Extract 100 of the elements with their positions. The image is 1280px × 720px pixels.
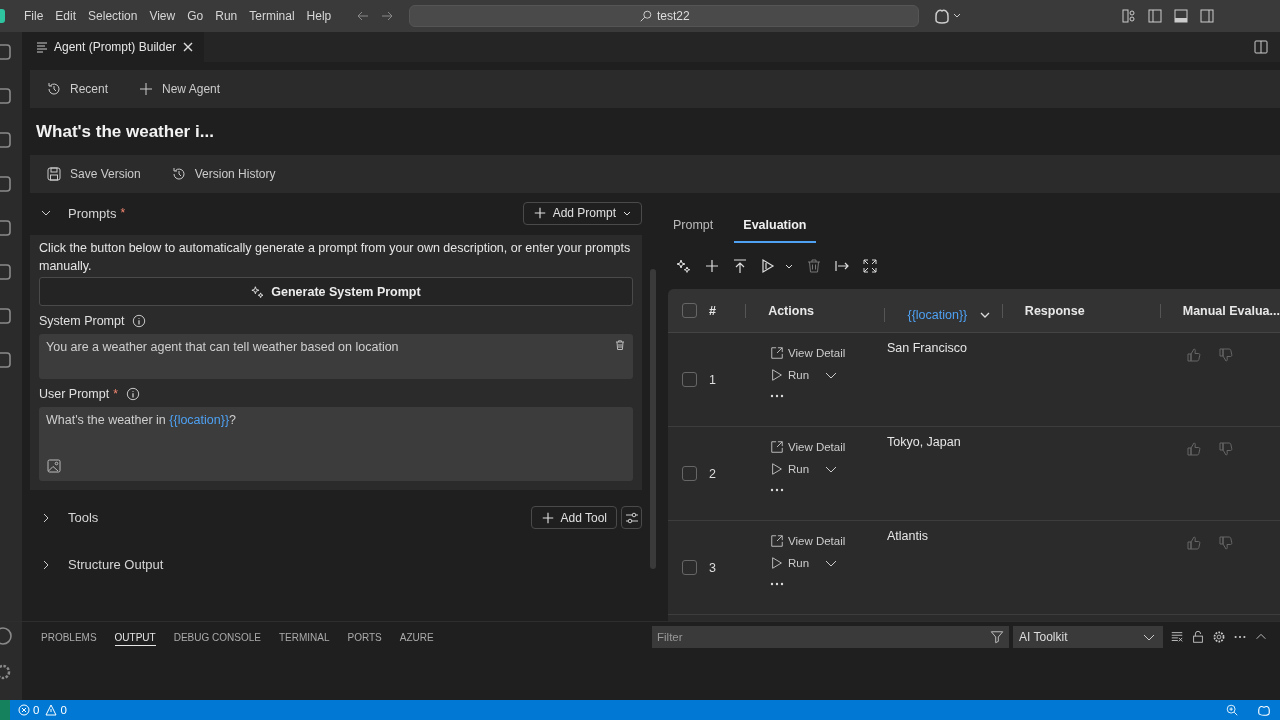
warning-icon <box>45 704 58 716</box>
field-label: System Prompt <box>39 314 125 328</box>
save-version-button[interactable]: Save Version <box>36 162 151 186</box>
menu-item[interactable]: File <box>18 9 50 23</box>
column-header[interactable]: {{location}} <box>907 307 968 322</box>
open-external-icon <box>770 534 784 548</box>
upload-icon[interactable] <box>732 258 748 274</box>
warnings-indicator[interactable]: 0 <box>45 704 67 716</box>
thumbs-down-icon[interactable] <box>1218 535 1234 551</box>
settings-icon[interactable] <box>1212 630 1226 644</box>
new-agent-button[interactable]: New Agent <box>128 77 231 101</box>
agent-title: What's the weather i... <box>35 120 215 143</box>
row-number: 3 <box>709 560 716 575</box>
command-center-field[interactable]: test22 <box>409 5 920 27</box>
menu-item[interactable]: Terminal <box>243 9 301 23</box>
layout-icon[interactable] <box>1121 8 1137 24</box>
editor-tab[interactable]: Agent (Prompt) Builder <box>22 32 205 62</box>
more-icon[interactable] <box>770 582 784 586</box>
menu-item[interactable]: Go <box>181 9 210 23</box>
user-prompt-field[interactable]: What's the weather in {{location}}? <box>39 407 633 481</box>
menu-item[interactable]: View <box>143 9 182 23</box>
filter-field[interactable]: Filter <box>652 626 1009 648</box>
lock-icon[interactable] <box>1191 630 1205 644</box>
secondary-sidebar-icon[interactable] <box>1199 8 1215 24</box>
menu-item[interactable]: Help <box>300 9 338 23</box>
thumbs-down-icon[interactable] <box>1218 347 1234 363</box>
scrollbar[interactable] <box>650 269 656 569</box>
run-link[interactable]: Run <box>770 462 810 476</box>
row-number: 2 <box>709 466 716 481</box>
delete-icon[interactable] <box>614 339 626 351</box>
more-icon[interactable] <box>770 488 784 492</box>
add-tool-button[interactable]: Add Tool <box>530 506 617 529</box>
thumbs-up-icon[interactable] <box>1186 441 1202 457</box>
add-icon[interactable] <box>704 258 720 274</box>
generate-system-prompt-button[interactable]: Generate System Prompt <box>39 277 633 306</box>
run-link[interactable]: Run <box>770 368 810 382</box>
more-icon[interactable] <box>770 394 784 398</box>
filter-icon <box>990 630 1004 644</box>
sidebar-toggle-icon[interactable] <box>1147 8 1163 24</box>
history-icon <box>170 166 187 182</box>
row-checkbox[interactable] <box>682 372 697 387</box>
required-asterisk: * <box>120 206 126 220</box>
thumbs-up-icon[interactable] <box>1186 535 1202 551</box>
info-icon[interactable] <box>125 387 140 401</box>
close-icon[interactable] <box>182 41 195 53</box>
output-channel-dropdown[interactable]: AI Toolkit <box>1013 626 1163 648</box>
system-prompt-field[interactable]: You are a weather agent that can tell weather based on location <box>39 334 633 379</box>
clear-output-icon[interactable] <box>1170 630 1184 644</box>
sparkle-icon[interactable] <box>676 258 692 274</box>
menu-item[interactable]: Run <box>209 9 244 23</box>
split-editor-icon[interactable] <box>1253 39 1269 55</box>
info-icon[interactable] <box>132 314 147 328</box>
table-cell: San Francisco <box>887 341 967 355</box>
row-number: 1 <box>709 372 716 387</box>
table-cell: Atlantis <box>887 529 928 543</box>
play-icon <box>770 556 784 570</box>
row-checkbox[interactable] <box>682 560 697 575</box>
column-header: Manual Evalua... <box>1182 303 1280 318</box>
section-title: Structure Output <box>68 557 164 572</box>
tab[interactable]: Prompt <box>664 212 723 243</box>
thumbs-down-icon[interactable] <box>1218 441 1234 457</box>
panel-tab[interactable]: OUTPUT <box>114 628 156 646</box>
tab[interactable]: Evaluation <box>734 212 816 243</box>
save-icon <box>46 166 62 182</box>
version-history-button[interactable]: Version History <box>160 162 286 186</box>
menu-item[interactable]: Edit <box>49 9 83 23</box>
menu-item[interactable]: Selection <box>82 9 144 23</box>
open-external-icon <box>770 346 784 360</box>
error-icon <box>18 704 30 716</box>
sparkle-icon <box>251 284 266 299</box>
history-icon <box>46 81 62 97</box>
panel-tab[interactable]: PROBLEMS <box>41 628 97 646</box>
arrow-to-right-icon[interactable] <box>834 258 850 274</box>
panel-tab[interactable]: AZURE <box>399 628 434 646</box>
image-icon[interactable] <box>47 459 61 473</box>
delete-icon[interactable] <box>806 258 822 274</box>
app-logo-icon[interactable] <box>0 9 5 23</box>
play-icon <box>770 368 784 382</box>
settings-sliders-button[interactable] <box>621 506 642 529</box>
select-all-checkbox[interactable] <box>682 303 697 318</box>
recent-button[interactable]: Recent <box>36 77 119 101</box>
zoom-icon[interactable] <box>1225 703 1239 717</box>
thumbs-up-icon[interactable] <box>1186 347 1202 363</box>
panel-toggle-icon[interactable] <box>1173 8 1189 24</box>
table-cell: Tokyo, Japan <box>887 435 961 449</box>
view-detail-link[interactable]: View Detail <box>770 346 846 360</box>
view-detail-link[interactable]: View Detail <box>770 440 846 454</box>
run-link[interactable]: Run <box>770 556 810 570</box>
section-title: Prompts <box>68 205 117 221</box>
panel-tab[interactable]: TERMINAL <box>278 628 330 646</box>
errors-indicator[interactable]: 0 <box>18 704 40 716</box>
view-detail-link[interactable]: View Detail <box>770 534 846 548</box>
run-all-icon[interactable] <box>760 258 776 274</box>
column-header: Actions <box>768 303 814 318</box>
play-icon <box>770 462 784 476</box>
add-prompt-button[interactable]: Add Prompt <box>522 201 642 225</box>
panel-tab[interactable]: DEBUG CONSOLE <box>173 628 261 646</box>
expand-icon[interactable] <box>862 258 878 274</box>
panel-tab[interactable]: PORTS <box>347 628 382 646</box>
row-checkbox[interactable] <box>682 466 697 481</box>
